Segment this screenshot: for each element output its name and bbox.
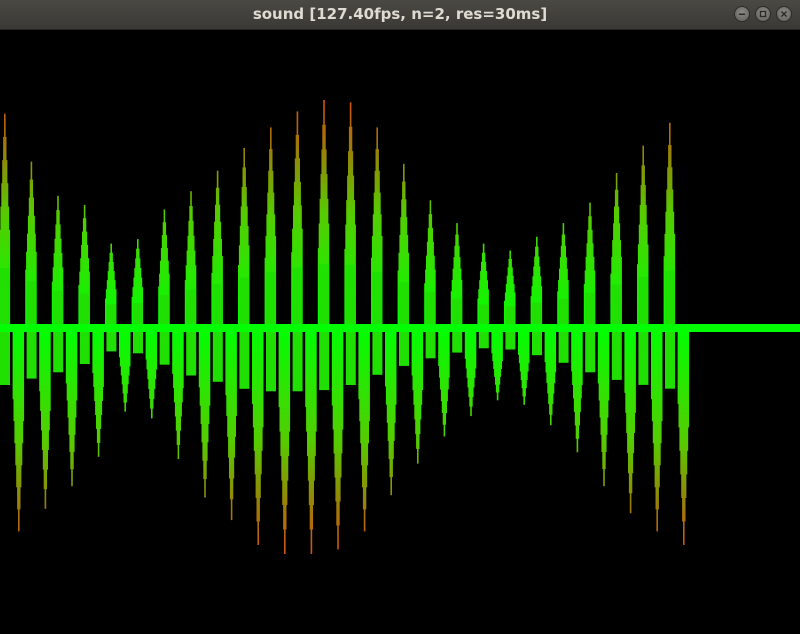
maximize-icon: [758, 9, 768, 19]
waveform-bar-down: [634, 328, 636, 413]
maximize-button[interactable]: [755, 6, 771, 22]
waveform-bar-down: [448, 328, 450, 378]
waveform-bar-down: [555, 328, 557, 373]
waveform-bar-down: [129, 328, 131, 366]
waveform-bar-down: [528, 328, 530, 363]
waveform-bar-down: [76, 328, 78, 401]
waveform-bar-down: [289, 328, 291, 432]
window-title: sound [127.40fps, n=2, res=30ms]: [0, 5, 800, 23]
waveform-plot: [0, 30, 800, 630]
waveform-bar-down: [501, 328, 503, 361]
waveform-body: [585, 293, 595, 372]
waveform-body: [399, 282, 409, 366]
waveform-bar-down: [182, 328, 184, 388]
minimize-icon: [737, 9, 747, 19]
waveform-bar-down: [209, 328, 211, 406]
waveform-body: [213, 284, 223, 382]
waveform-body: [372, 272, 382, 375]
waveform-body: [612, 285, 622, 380]
waveform-body: [239, 278, 249, 389]
waveform-body: [186, 290, 196, 376]
waveform-bar-down: [102, 328, 104, 387]
window-controls: [734, 6, 792, 22]
waveform-bar-down: [368, 328, 370, 421]
minimize-button[interactable]: [734, 6, 750, 22]
waveform-bar-down: [23, 328, 25, 421]
waveform-bar-down: [235, 328, 237, 416]
waveform-bar-down: [156, 328, 158, 369]
waveform-bar-down: [688, 328, 690, 427]
close-icon: [779, 9, 789, 19]
waveform-bar-down: [475, 328, 477, 368]
waveform-bar-down: [49, 328, 51, 411]
window-titlebar[interactable]: sound [127.40fps, n=2, res=30ms]: [0, 0, 800, 30]
waveform-bar-down: [581, 328, 583, 385]
waveform-bar-down: [342, 328, 344, 430]
waveform-bar-down: [262, 328, 264, 427]
waveform-centerline: [0, 324, 800, 332]
close-button[interactable]: [776, 6, 792, 22]
waveform-bar-down: [422, 328, 424, 390]
waveform-canvas: [0, 30, 800, 630]
waveform-bar-down: [315, 328, 317, 432]
waveform-bar-down: [661, 328, 663, 421]
waveform-bar-down: [395, 328, 397, 405]
waveform-bar-down: [608, 328, 610, 401]
